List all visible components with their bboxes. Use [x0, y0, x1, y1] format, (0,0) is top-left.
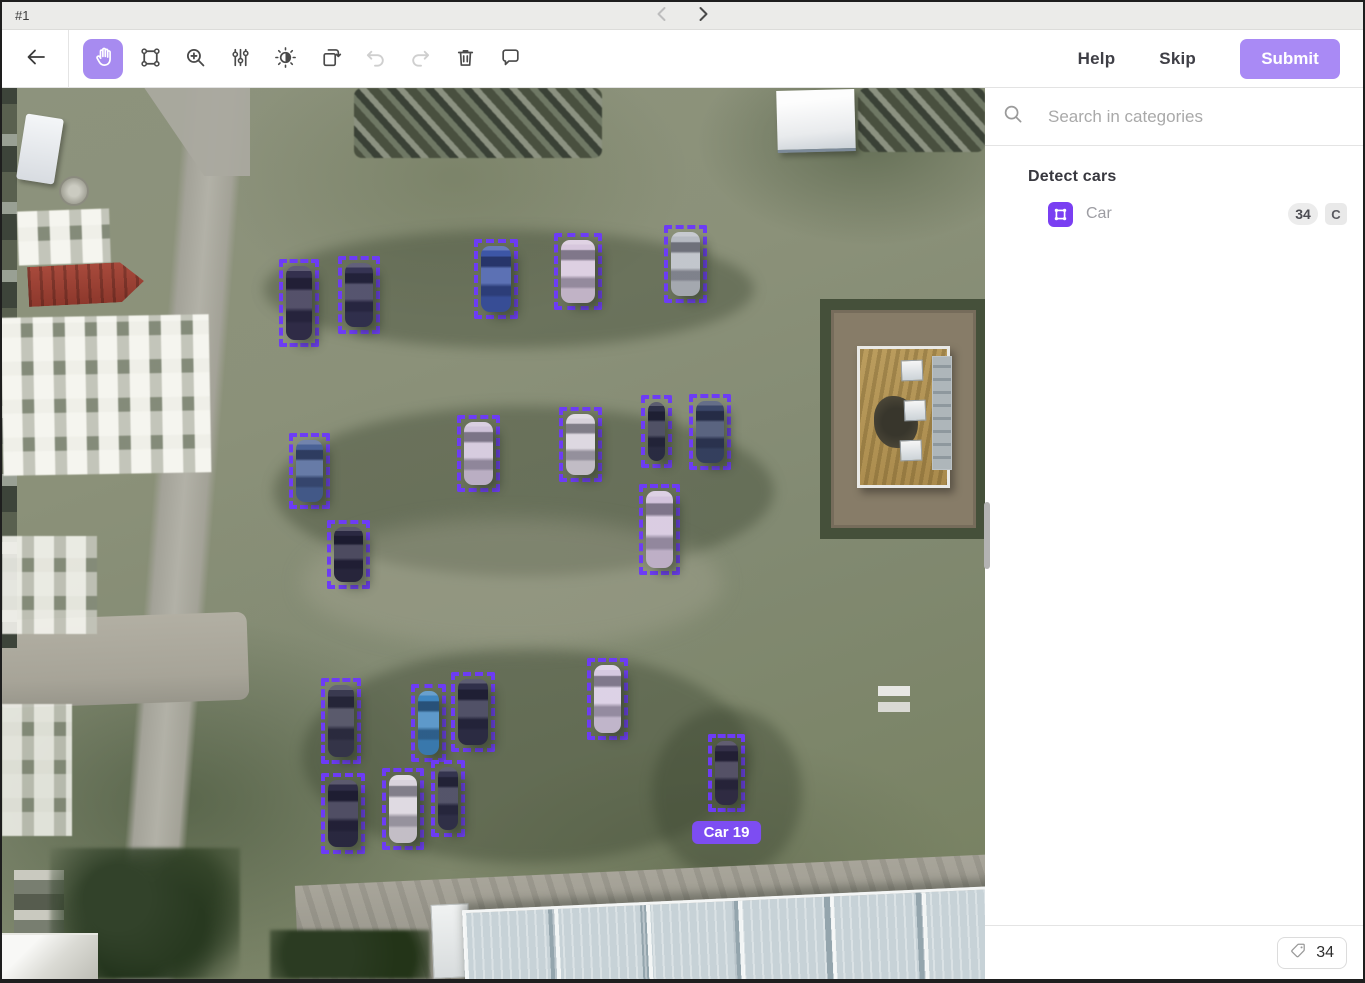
annotation-bbox[interactable]	[321, 678, 361, 764]
car-object	[328, 780, 358, 847]
bounding-box-icon	[139, 46, 162, 72]
skip-button[interactable]: Skip	[1159, 49, 1196, 69]
bounding-box-category-icon	[1048, 202, 1073, 227]
car-object	[458, 679, 488, 745]
rotate-tool-button[interactable]	[312, 41, 348, 77]
back-arrow-icon	[25, 46, 47, 71]
redo-icon	[409, 46, 432, 72]
car-object	[286, 266, 312, 340]
annotation-app-window: #1	[0, 0, 1365, 983]
previous-task-button[interactable]	[653, 7, 671, 25]
annotation-bbox[interactable]	[279, 259, 319, 347]
annotation-bbox[interactable]	[327, 520, 370, 589]
car-object	[566, 414, 595, 475]
annotation-bbox[interactable]	[321, 773, 365, 854]
annotation-layer: Car 19	[2, 88, 985, 979]
undo-button[interactable]	[357, 41, 393, 77]
rotate-icon	[319, 46, 342, 72]
chevron-right-icon	[698, 6, 709, 25]
categories-panel: Detect cars Car 34 C 34	[985, 88, 1363, 979]
car-object	[696, 401, 724, 463]
category-search	[985, 88, 1363, 146]
undo-icon	[364, 46, 387, 72]
category-shortcut-badge: C	[1325, 203, 1347, 225]
top-bar: #1	[2, 2, 1363, 30]
bounding-box-tool-button[interactable]	[132, 41, 168, 77]
annotation-bbox[interactable]	[708, 734, 745, 812]
task-navigation	[653, 7, 713, 25]
annotation-bbox[interactable]	[451, 672, 495, 752]
zoom-tool-button[interactable]	[177, 41, 213, 77]
car-object	[334, 527, 363, 582]
annotation-bbox[interactable]	[411, 684, 446, 762]
annotation-bbox[interactable]	[382, 768, 424, 850]
delete-button[interactable]	[447, 41, 483, 77]
total-annotations-badge: 34	[1277, 937, 1347, 969]
tool-group	[68, 30, 528, 88]
brightness-icon	[274, 46, 297, 72]
task-title: #1	[15, 8, 29, 23]
annotation-canvas[interactable]: Car 19	[2, 88, 985, 979]
adjustments-tool-button[interactable]	[222, 41, 258, 77]
annotation-label: Car 19	[692, 821, 762, 844]
submit-button[interactable]: Submit	[1240, 39, 1340, 79]
car-object	[594, 665, 621, 733]
help-button[interactable]: Help	[1078, 49, 1116, 69]
annotation-bbox[interactable]	[338, 256, 380, 334]
car-object	[646, 491, 673, 568]
annotation-bbox[interactable]	[587, 658, 628, 740]
total-count: 34	[1316, 944, 1334, 962]
redo-button[interactable]	[402, 41, 438, 77]
annotation-bbox[interactable]	[639, 484, 680, 575]
car-object	[345, 263, 373, 327]
back-button[interactable]	[16, 39, 56, 79]
annotation-bbox[interactable]	[664, 225, 707, 303]
annotation-bbox[interactable]	[457, 415, 500, 492]
car-object	[438, 767, 458, 830]
car-object	[561, 240, 595, 303]
car-object	[481, 246, 511, 312]
next-task-button[interactable]	[695, 7, 713, 25]
car-object	[648, 402, 665, 461]
category-label: Car	[1086, 205, 1112, 223]
tag-icon	[1290, 942, 1307, 964]
comment-button[interactable]	[492, 41, 528, 77]
car-object	[418, 691, 439, 755]
search-icon	[1003, 104, 1023, 129]
trash-icon	[454, 46, 477, 72]
toolbar: Help Skip Submit	[2, 30, 1363, 88]
annotation-bbox[interactable]	[554, 233, 602, 310]
comment-bubble-icon	[499, 46, 522, 72]
search-input[interactable]	[1048, 107, 1328, 127]
category-item-car[interactable]: Car 34 C	[1048, 194, 1347, 234]
annotation-bbox[interactable]	[289, 433, 330, 509]
hand-icon	[92, 46, 115, 72]
annotation-bbox[interactable]	[641, 395, 672, 468]
category-group-title: Detect cars	[1028, 168, 1363, 186]
car-object	[296, 440, 323, 502]
car-object	[464, 422, 493, 485]
annotation-bbox[interactable]	[431, 760, 465, 837]
car-object	[671, 232, 700, 296]
car-object	[715, 741, 738, 805]
main-area: Car 19 Detect cars Car 34 C	[2, 88, 1363, 979]
car-object	[389, 775, 417, 843]
category-count-badge: 34	[1288, 203, 1318, 225]
chevron-left-icon	[656, 6, 667, 25]
brightness-tool-button[interactable]	[267, 41, 303, 77]
annotation-bbox[interactable]	[559, 407, 602, 482]
annotation-bbox[interactable]	[689, 394, 731, 470]
category-badges: 34 C	[1288, 203, 1347, 225]
hand-pan-tool-button[interactable]	[83, 39, 123, 79]
annotation-bbox[interactable]	[474, 239, 518, 319]
panel-footer: 34	[985, 925, 1363, 979]
canvas-scrollbar-thumb[interactable]	[984, 502, 990, 569]
toolbar-actions: Help Skip Submit	[1078, 39, 1363, 79]
zoom-in-icon	[184, 46, 207, 72]
sliders-icon	[229, 46, 252, 72]
car-object	[328, 685, 354, 757]
